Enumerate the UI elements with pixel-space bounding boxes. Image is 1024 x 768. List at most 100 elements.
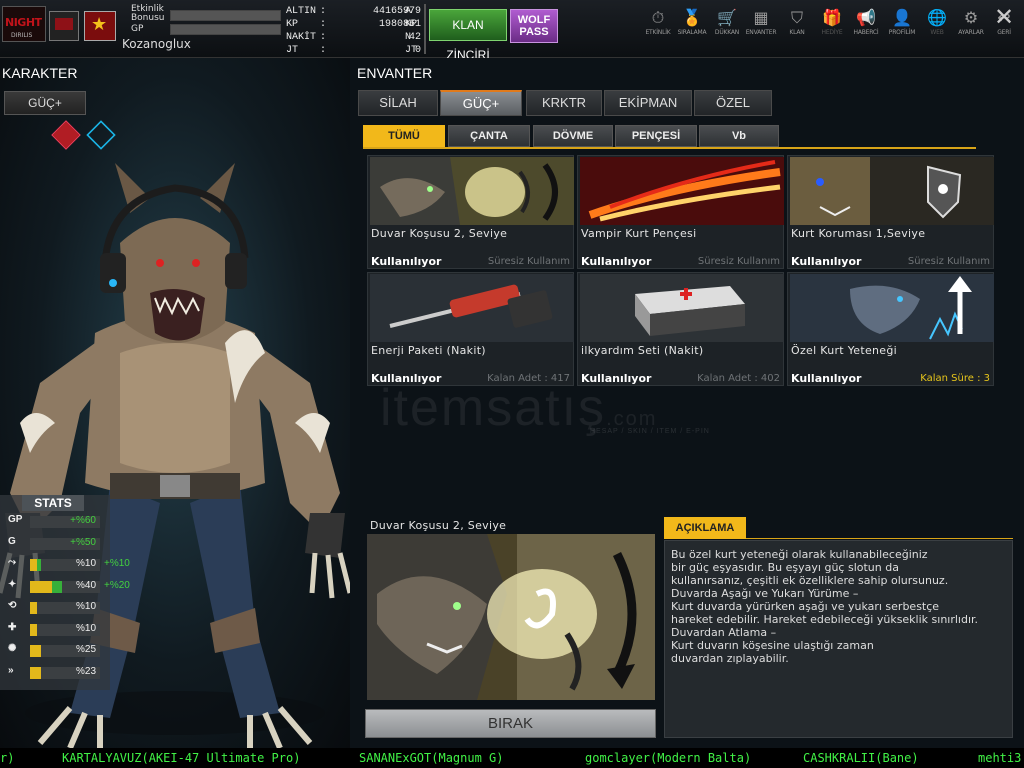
inventory-item-card[interactable]: ilkyardım Seti (Nakit) Kullanılıyor Kalan … [577, 272, 784, 386]
wallrun-skill-icon[interactable] [86, 120, 116, 150]
inventory-item-card[interactable]: Kurt Koruması 1,Seviye Kullanılıyor Süresi… [787, 155, 994, 269]
item-duration: Kalan Süre : 3 [920, 373, 990, 384]
close-icon[interactable]: ✕ [994, 3, 1014, 31]
item-duration: Kalan Adet : 417 [487, 373, 570, 384]
description-line: duvardan zıplayabilir. [671, 652, 789, 665]
username: Kozanoglux [122, 37, 191, 51]
nav-label: DÜKKAN [714, 29, 740, 36]
profile-icon: 👤 [892, 8, 912, 27]
nav-ayarlar-button[interactable]: ⚙ AYARLAR [954, 8, 988, 48]
subtab-0[interactable]: TÜMÜ [363, 125, 445, 147]
tab-2[interactable]: KRKTR [526, 90, 602, 116]
nav-web-button[interactable]: 🌐 WEB [920, 8, 954, 48]
item-image [370, 274, 574, 342]
character-title: KARAKTER [2, 65, 78, 81]
stat-icon: ✺ [8, 643, 17, 654]
stat-icon: ⤳ [8, 557, 16, 568]
inventory-item-card[interactable]: Vampir Kurt Pençesi Kullanılıyor Süresiz K… [577, 155, 784, 269]
ticker-entry: KARTALYAVUZ(AKEI-47 Ultimate Pro) [62, 751, 301, 765]
nav-label: AYARLAR [958, 29, 984, 36]
item-duration: Süresiz Kullanım [697, 256, 780, 267]
nav-siralama-button[interactable]: 🏅 SIRALAMA [675, 8, 709, 48]
nav-profilim-button[interactable]: 👤 PROFİLİM [885, 8, 919, 48]
gp-label: GP [131, 24, 144, 34]
klan-zinciri-button[interactable]: KLAN ZİNCİRİ [429, 9, 507, 62]
description-box: Bu özel kurt yeteneği olarak kullanabile… [664, 540, 1013, 738]
description-line: Kurt duvarda yürürken aşağı ve yukarı se… [671, 600, 940, 613]
item-image [370, 157, 574, 225]
nav-hediye-button[interactable]: 🎁 HEDİYE [815, 8, 849, 48]
inventory-item-card[interactable]: Duvar Koşusu 2, Seviye Kullanılıyor Süresi… [367, 155, 574, 269]
subtab-2[interactable]: DÖVME [533, 125, 613, 147]
globe-icon: 🌐 [927, 8, 947, 27]
subtab-4[interactable]: Vb [699, 125, 779, 147]
tab-4[interactable]: ÖZEL [694, 90, 772, 116]
stat-value: %10 [75, 558, 96, 569]
ticker-entry: r) [0, 751, 15, 765]
currency-kp: KP:1980861 [286, 19, 421, 30]
item-status: Kullanılıyor [371, 255, 442, 268]
nav-envanter-button[interactable]: ▦ ENVANTER [744, 8, 778, 48]
inventory-item-card[interactable]: Özel Kurt Yeteneği Kullanılıyor Kalan Süre… [787, 272, 994, 386]
tab-0[interactable]: SİLAH [358, 90, 438, 116]
tab-1[interactable]: GÜÇ+ [440, 90, 522, 116]
item-image [580, 157, 784, 225]
inventory-item-card[interactable]: Enerji Paketi (Nakit) Kullanılıyor Kalan A… [367, 272, 574, 386]
item-image [790, 274, 994, 342]
ticker-entry: gomclayer(Modern Balta) [585, 751, 752, 765]
drop-button[interactable]: BIRAK [365, 709, 656, 738]
stat-icon: ⟲ [8, 600, 17, 611]
tab-guc-plus[interactable]: GÜÇ+ [4, 91, 86, 115]
description-line: Duvardan Atlama – [671, 626, 777, 639]
inventory-title: ENVANTER [357, 65, 433, 81]
logo-subtext: DIRILIS [11, 32, 33, 39]
gift-icon: 🎁 [822, 8, 842, 27]
detail-item-title: Duvar Koşusu 2, Seviye [370, 519, 507, 532]
character-panel: KARAKTER GÜÇ+ STATS GP +%60 G +%50 ⤳ %10… [0, 58, 350, 750]
stat-row: ⤳ %10 +%10 [4, 557, 144, 571]
stats-title: STATS [22, 495, 84, 511]
description-line: bir güç eşyasıdır. Bu eşyayı güç slotun … [671, 561, 899, 574]
stat-row: ✺ %25 [4, 643, 144, 657]
wolf-pass-button[interactable]: WOLF PASS [510, 9, 558, 43]
currency-panel: ALTIN:44165979 KP:1980861 NAKİT:42 JT:0 [283, 5, 423, 57]
nav-dkkan-button[interactable]: 🛒 DÜKKAN [710, 8, 744, 48]
currency-nakit: NAKİT:42 [286, 32, 421, 43]
currency-jt: JT:0 [286, 45, 421, 56]
claw-skill-icon[interactable] [51, 120, 81, 150]
item-image [580, 274, 784, 342]
cart-icon: 🛒 [717, 8, 737, 27]
item-duration: Kalan Adet : 402 [697, 373, 780, 384]
gear-icon: ⚙ [963, 8, 979, 27]
item-name: Duvar Koşusu 2, Seviye [371, 227, 508, 240]
stat-icon: ✦ [8, 578, 17, 590]
nav-klan-button[interactable]: ⛉ KLAN [780, 8, 814, 48]
nav-label: SIRALAMA [677, 29, 707, 36]
megaphone-icon: 📢 [856, 8, 876, 27]
currency-altin: ALTIN:44165979 [286, 6, 421, 17]
etkinlik-bonus-label: Etkinlik Bonusu [131, 4, 165, 23]
stat-bonus: +%10 [104, 558, 130, 569]
clan-emblem-icon[interactable] [49, 11, 79, 41]
stat-row: ✚ %10 [4, 622, 144, 636]
stat-icon: » [8, 664, 14, 676]
nav-label: HABERCİ [853, 29, 879, 36]
stat-icon: G [8, 535, 16, 547]
nav-label: WEB [930, 29, 944, 36]
tab-3[interactable]: EKİPMAN [604, 90, 692, 116]
nav-haberci-button[interactable]: 📢 HABERCİ [849, 8, 883, 48]
nav-etkinlik-button[interactable]: ⏱ ETKİNLİK [641, 8, 675, 48]
currency-units: A KP N JT [405, 6, 418, 56]
subtab-3[interactable]: PENÇESİ [615, 125, 697, 147]
nav-label: ETKİNLİK [645, 29, 671, 36]
nav-label: HEDİYE [821, 29, 843, 36]
gp-bar [170, 24, 281, 35]
stats-panel: STATS GP +%60 G +%50 ⤳ %10 +%10 ✦ %40 +%20 ⟲ %10 ✚ %1… [0, 495, 130, 690]
stat-row: ✦ %40 +%20 [4, 579, 144, 593]
subtab-1[interactable]: ÇANTA [448, 125, 530, 147]
stat-value: %10 [75, 601, 96, 612]
description-line: Kurt duvarın köşesine ulaştığı zaman [671, 639, 874, 652]
item-name: Enerji Paketi (Nakit) [371, 344, 486, 357]
logo-text: NIGHT [5, 16, 42, 29]
top-bar: NIGHT DIRILIS ★ Etkinlik Bonusu GP Kozan… [0, 0, 1024, 62]
